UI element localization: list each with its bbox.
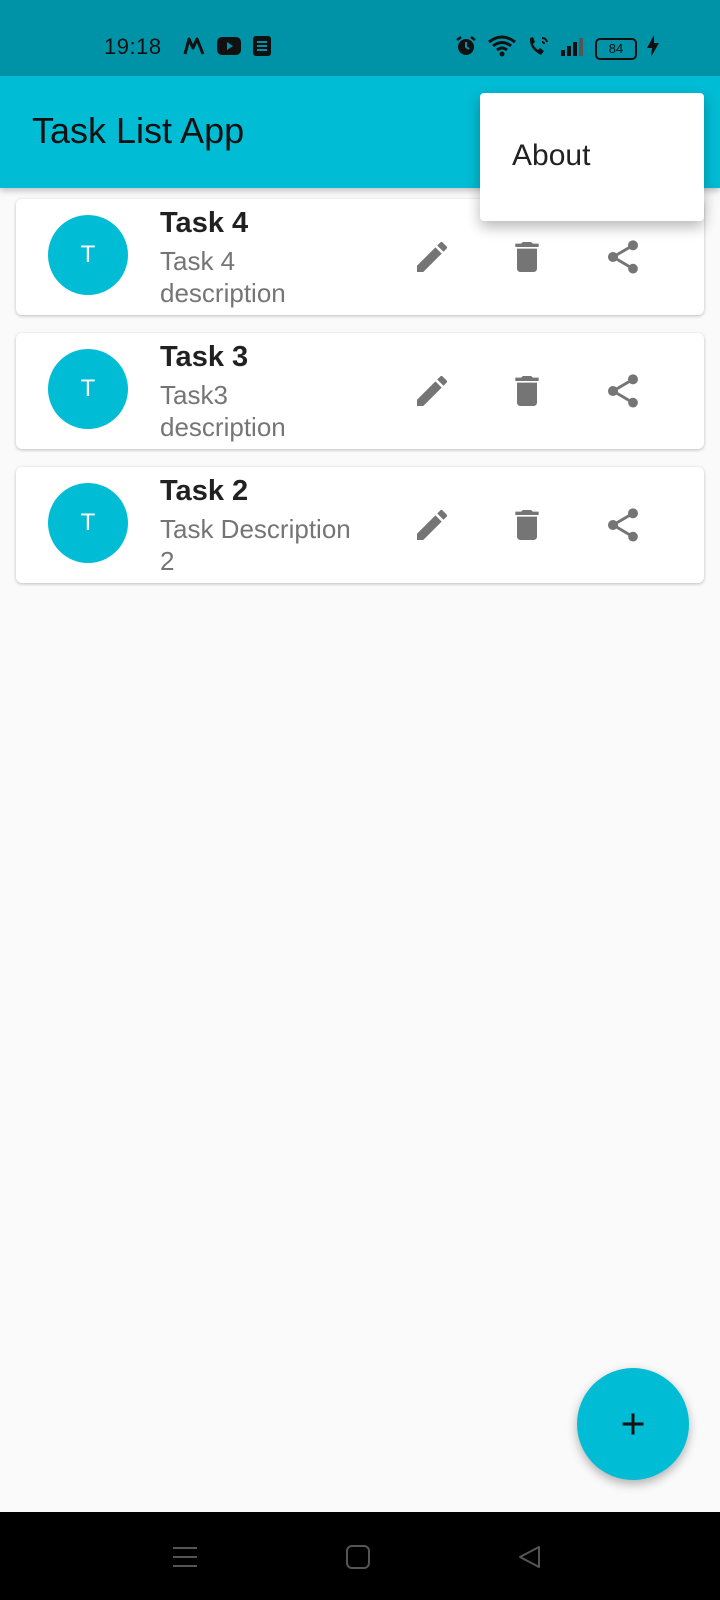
delete-icon (515, 242, 539, 272)
youtube-icon (217, 37, 241, 60)
home-button[interactable] (343, 1542, 373, 1572)
task-description: Task 4 description (160, 246, 286, 308)
wifi-icon (487, 35, 517, 62)
app-title: Task List App (32, 110, 245, 151)
home-icon (346, 1545, 370, 1569)
delete-button[interactable] (503, 501, 551, 549)
signal-icon (561, 36, 585, 61)
share-button[interactable] (599, 233, 647, 281)
delete-button[interactable] (503, 367, 551, 415)
battery-icon: 84 (595, 37, 637, 60)
task-description: Task Description 2 (160, 514, 351, 576)
task-card[interactable]: T Task 3 Task3 description (16, 333, 704, 449)
recents-icon (173, 1547, 197, 1567)
add-icon (622, 1413, 644, 1435)
task-card[interactable]: T Task 2 Task Description 2 (16, 467, 704, 583)
task-title: Task 4 (160, 207, 249, 239)
recents-button[interactable] (170, 1542, 200, 1572)
delete-icon (515, 376, 539, 406)
edit-icon (417, 241, 448, 272)
alarm-icon (455, 35, 477, 62)
back-icon (519, 1546, 540, 1568)
share-icon (607, 374, 638, 408)
myntra-icon (183, 36, 205, 61)
avatar: T (48, 483, 128, 563)
charging-icon (647, 35, 659, 62)
back-button[interactable] (515, 1542, 545, 1572)
notes-icon (253, 36, 271, 61)
edit-icon (417, 375, 448, 406)
delete-button[interactable] (503, 233, 551, 281)
wifi-calling-icon (527, 35, 551, 62)
avatar: T (48, 349, 128, 429)
status-time: 19:18 (104, 34, 162, 59)
task-list: T Task 4 Task 4 description T Task 3 Tas… (16, 199, 704, 601)
edit-button[interactable] (408, 367, 456, 415)
share-button[interactable] (599, 367, 647, 415)
task-title: Task 2 (160, 475, 249, 507)
task-title: Task 3 (160, 341, 249, 373)
menu-item-about[interactable]: About (512, 139, 590, 173)
share-icon (607, 508, 638, 542)
overflow-menu: About (480, 93, 704, 221)
delete-icon (515, 510, 539, 540)
share-icon (607, 240, 638, 274)
task-description: Task3 description (160, 380, 286, 442)
edit-button[interactable] (408, 501, 456, 549)
battery-level: 84 (608, 40, 624, 56)
edit-icon (417, 509, 448, 540)
system-nav-bar (0, 1512, 720, 1600)
share-button[interactable] (599, 501, 647, 549)
add-task-button[interactable] (577, 1368, 689, 1480)
avatar: T (48, 215, 128, 295)
status-bar: 19:18 84 (0, 0, 720, 76)
edit-button[interactable] (408, 233, 456, 281)
